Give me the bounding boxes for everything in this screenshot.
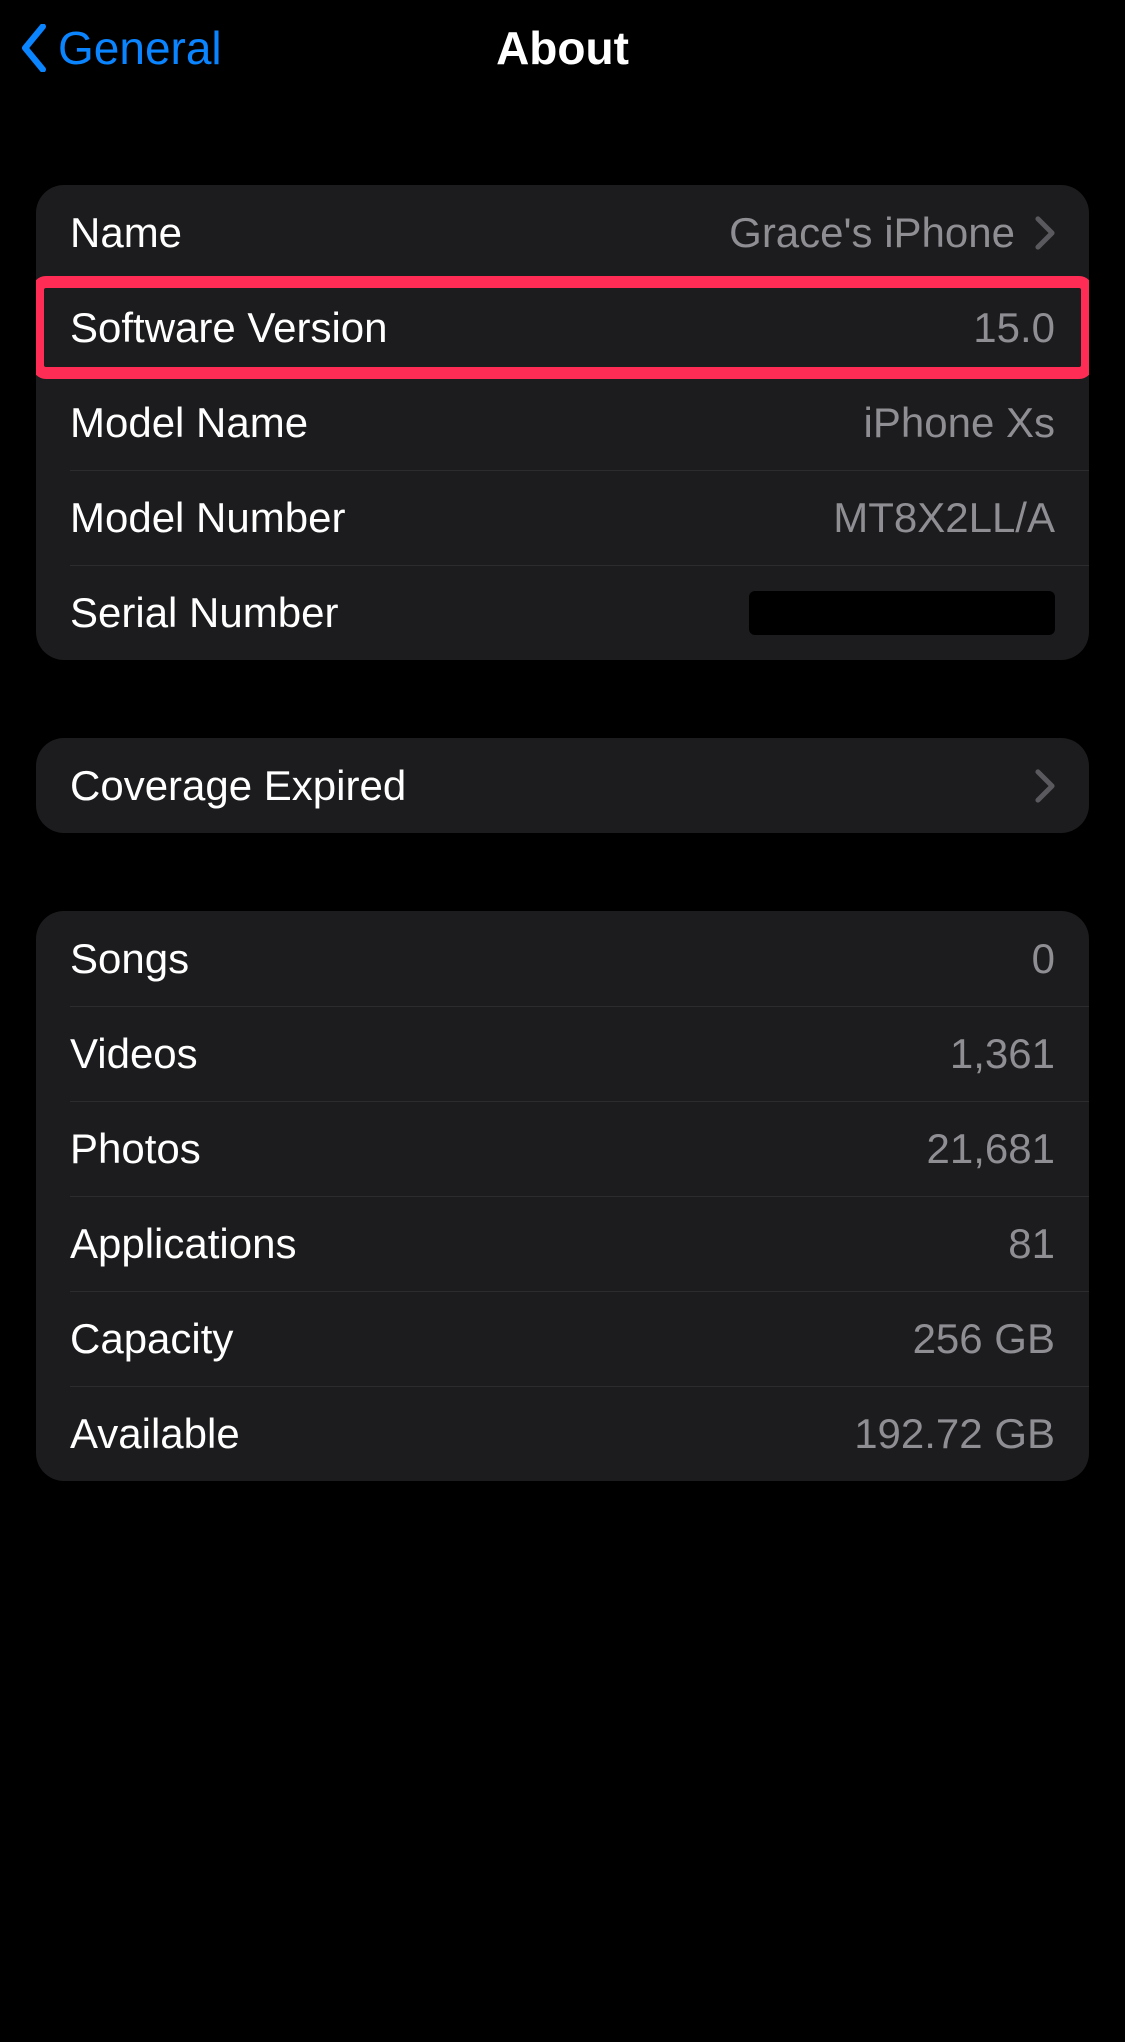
row-serial-number: Serial Number xyxy=(36,565,1089,660)
back-button[interactable]: General xyxy=(20,21,222,75)
value-name: Grace's iPhone xyxy=(182,209,1015,257)
value-songs: 0 xyxy=(189,935,1055,983)
row-videos: Videos 1,361 xyxy=(36,1006,1089,1101)
nav-bar: General About xyxy=(0,0,1125,95)
chevron-left-icon xyxy=(20,24,48,72)
coverage-group: Coverage Expired xyxy=(36,738,1089,833)
label-model-number: Model Number xyxy=(70,494,345,542)
row-model-number: Model Number MT8X2LL/A xyxy=(36,470,1089,565)
row-model-name: Model Name iPhone Xs xyxy=(36,375,1089,470)
label-serial-number: Serial Number xyxy=(70,589,338,637)
value-model-name: iPhone Xs xyxy=(308,399,1055,447)
row-name[interactable]: Name Grace's iPhone xyxy=(36,185,1089,280)
chevron-right-icon xyxy=(1035,216,1055,250)
row-applications: Applications 81 xyxy=(36,1196,1089,1291)
label-photos: Photos xyxy=(70,1125,201,1173)
value-capacity: 256 GB xyxy=(233,1315,1055,1363)
row-available: Available 192.72 GB xyxy=(36,1386,1089,1481)
device-info-group: Name Grace's iPhone Software Version 15.… xyxy=(36,185,1089,660)
storage-group: Songs 0 Videos 1,361 Photos 21,681 Appli… xyxy=(36,911,1089,1481)
value-photos: 21,681 xyxy=(201,1125,1055,1173)
label-songs: Songs xyxy=(70,935,189,983)
label-software-version: Software Version xyxy=(70,304,388,352)
row-capacity: Capacity 256 GB xyxy=(36,1291,1089,1386)
row-photos: Photos 21,681 xyxy=(36,1101,1089,1196)
value-model-number: MT8X2LL/A xyxy=(345,494,1055,542)
label-capacity: Capacity xyxy=(70,1315,233,1363)
label-coverage: Coverage Expired xyxy=(70,762,406,810)
value-available: 192.72 GB xyxy=(240,1410,1055,1458)
label-model-name: Model Name xyxy=(70,399,308,447)
label-applications: Applications xyxy=(70,1220,296,1268)
label-available: Available xyxy=(70,1410,240,1458)
value-software-version: 15.0 xyxy=(388,304,1055,352)
row-coverage[interactable]: Coverage Expired xyxy=(36,738,1089,833)
value-videos: 1,361 xyxy=(198,1030,1055,1078)
row-software-version: Software Version 15.0 xyxy=(36,280,1089,375)
label-videos: Videos xyxy=(70,1030,198,1078)
label-name: Name xyxy=(70,209,182,257)
chevron-right-icon xyxy=(1035,769,1055,803)
value-applications: 81 xyxy=(296,1220,1055,1268)
row-songs: Songs 0 xyxy=(36,911,1089,1006)
redacted-serial xyxy=(749,591,1055,635)
back-label: General xyxy=(58,21,222,75)
